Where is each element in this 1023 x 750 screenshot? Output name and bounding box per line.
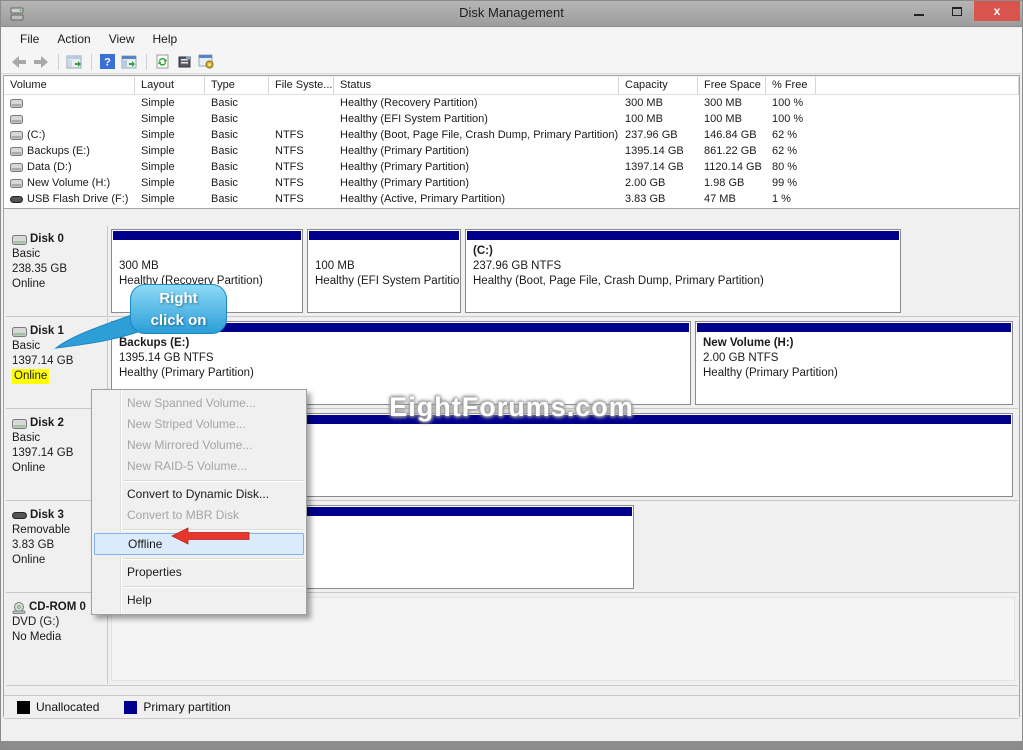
refresh-icon[interactable]	[152, 53, 172, 71]
menu-item-new-mirrored[interactable]: New Mirrored Volume...	[92, 435, 306, 456]
minimize-button[interactable]	[904, 1, 934, 21]
primary-partition-swatch	[124, 701, 137, 714]
maximize-button[interactable]	[942, 1, 972, 21]
minimize-icon	[914, 14, 924, 16]
window-title: Disk Management	[1, 5, 1022, 20]
legend-primary-label: Primary partition	[143, 700, 230, 714]
offline-pointer-arrow-icon	[171, 527, 251, 545]
menu-bar: File Action View Help	[1, 28, 1022, 50]
unallocated-swatch	[17, 701, 30, 714]
menu-separator	[123, 586, 304, 587]
removable-disk-icon	[12, 511, 27, 520]
drive-icon	[10, 115, 23, 124]
menu-file[interactable]: File	[11, 30, 48, 48]
toolbar: ?	[1, 50, 1022, 74]
col-filesystem[interactable]: File Syste...	[269, 77, 334, 94]
help-icon[interactable]: ?	[97, 53, 117, 71]
console-tree-icon[interactable]	[64, 53, 84, 71]
table-row[interactable]: Simple Basic Healthy (EFI System Partiti…	[4, 111, 1019, 127]
toolbar-separator	[146, 54, 147, 70]
col-pctfree[interactable]: % Free	[766, 77, 816, 94]
title-bar: Disk Management x	[1, 1, 1022, 27]
back-icon[interactable]	[9, 53, 29, 71]
primary-partition-strip	[113, 231, 301, 240]
toolbar-separator	[58, 54, 59, 70]
drive-icon	[10, 179, 23, 188]
col-capacity[interactable]: Capacity	[619, 77, 698, 94]
maximize-icon	[952, 7, 962, 16]
table-row[interactable]: Data (D:) Simple Basic NTFS Healthy (Pri…	[4, 159, 1019, 175]
disk-management-window: Disk Management x File Action View Help …	[0, 0, 1023, 750]
toolbar-separator	[91, 54, 92, 70]
primary-partition-strip	[309, 231, 459, 240]
right-click-callout: Right click on	[130, 284, 227, 334]
window-bottom-edge	[1, 741, 1022, 749]
partition-c[interactable]: (C:)237.96 GB NTFSHealthy (Boot, Page Fi…	[465, 229, 901, 313]
watermark: EightForums.com	[1, 392, 1022, 423]
status-bar	[1, 720, 1022, 743]
col-freespace[interactable]: Free Space	[698, 77, 766, 94]
table-row[interactable]: (C:) Simple Basic NTFS Healthy (Boot, Pa…	[4, 127, 1019, 143]
drive-icon	[10, 131, 23, 140]
table-row[interactable]: USB Flash Drive (F:) Simple Basic NTFS H…	[4, 191, 1019, 207]
svg-text:?: ?	[104, 57, 111, 69]
menu-item-new-raid5[interactable]: New RAID-5 Volume...	[92, 456, 306, 477]
drive-icon	[10, 99, 23, 108]
menu-item-properties[interactable]: Properties	[92, 562, 306, 583]
table-row[interactable]: New Volume (H:) Simple Basic NTFS Health…	[4, 175, 1019, 191]
drive-icon	[10, 147, 23, 156]
disk-icon	[12, 327, 27, 337]
volume-list: Volume Layout Type File Syste... Status …	[4, 77, 1019, 209]
forward-icon[interactable]	[31, 53, 51, 71]
table-row[interactable]: Simple Basic Healthy (Recovery Partition…	[4, 95, 1019, 111]
col-volume[interactable]: Volume	[4, 77, 135, 94]
properties-icon[interactable]	[174, 53, 194, 71]
online-highlight: Online	[12, 369, 49, 384]
menu-item-convert-dynamic[interactable]: Convert to Dynamic Disk...	[92, 484, 306, 505]
usb-drive-icon	[10, 195, 23, 204]
primary-partition-strip	[697, 323, 1011, 332]
partition-efi[interactable]: 100 MBHealthy (EFI System Partition)	[307, 229, 461, 313]
volume-list-header: Volume Layout Type File Syste... Status …	[4, 77, 1019, 95]
col-layout[interactable]: Layout	[135, 77, 205, 94]
close-button[interactable]: x	[974, 1, 1020, 21]
callout-line1: Right	[131, 288, 226, 310]
disk-icon	[12, 235, 27, 245]
manage-extension-icon[interactable]	[196, 53, 216, 71]
menu-separator	[123, 480, 304, 481]
col-status[interactable]: Status	[334, 77, 619, 94]
primary-partition-strip	[467, 231, 899, 240]
menu-item-convert-mbr[interactable]: Convert to MBR Disk	[92, 505, 306, 526]
drive-icon	[10, 163, 23, 172]
menu-help[interactable]: Help	[144, 30, 187, 48]
callout-line2: click on	[131, 310, 226, 332]
menu-view[interactable]: View	[100, 30, 144, 48]
show-hide-tree-icon[interactable]	[119, 53, 139, 71]
legend: Unallocated Primary partition	[4, 695, 1019, 719]
menu-action[interactable]: Action	[48, 30, 99, 48]
table-row[interactable]: Backups (E:) Simple Basic NTFS Healthy (…	[4, 143, 1019, 159]
legend-unallocated-label: Unallocated	[36, 700, 99, 714]
cd-rom-icon	[12, 602, 26, 614]
col-type[interactable]: Type	[205, 77, 269, 94]
menu-separator	[123, 558, 304, 559]
menu-item-help[interactable]: Help	[92, 590, 306, 611]
